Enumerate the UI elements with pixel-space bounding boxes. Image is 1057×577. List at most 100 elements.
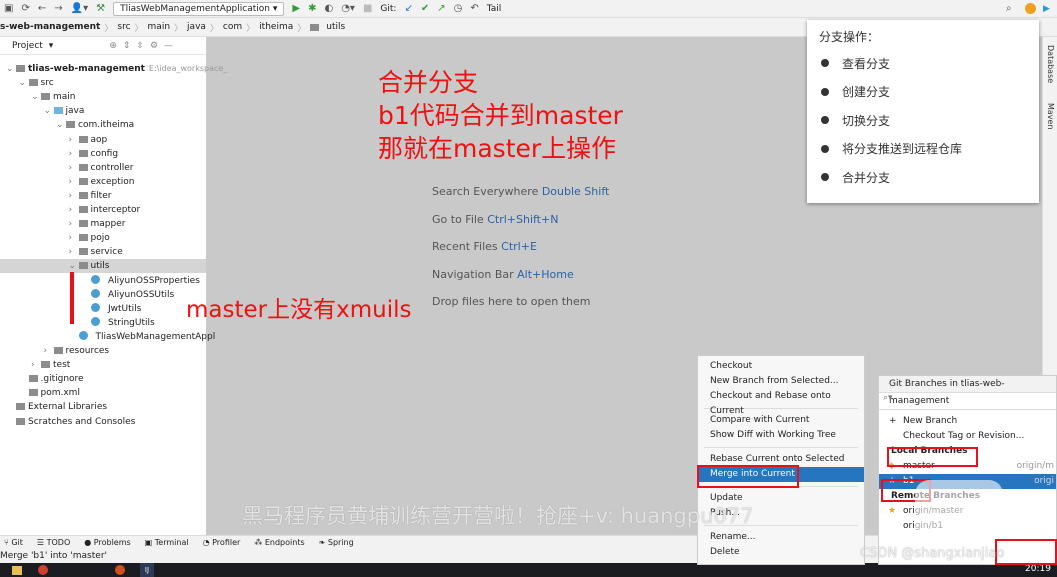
breadcrumb-main[interactable]: main [148, 22, 171, 32]
menu-show-diff[interactable]: Show Diff with Working Tree [698, 428, 864, 443]
chevron-right-icon[interactable]: › [69, 147, 79, 161]
sync-icon[interactable]: ⟳ [21, 3, 29, 14]
tree-item[interactable]: StringUtils [0, 316, 206, 330]
save-icon[interactable]: ▣ [4, 3, 13, 14]
breadcrumb-itheima[interactable]: itheima [259, 22, 293, 32]
debug-icon[interactable]: ✱ [308, 3, 316, 14]
plugin-icon[interactable]: ▶ [1043, 4, 1050, 14]
run-config-label: TliasWebManagementApplication [120, 3, 270, 14]
chevron-down-icon[interactable]: ⌄ [19, 76, 29, 90]
rollback-icon[interactable]: ↶ [470, 3, 478, 14]
tree-item[interactable]: ⌄ java [0, 104, 206, 118]
checkout-tag-item[interactable]: Checkout Tag or Revision... [879, 429, 1056, 444]
powerpoint-icon[interactable] [115, 565, 125, 575]
chevron-down-icon[interactable]: ⌄ [56, 118, 66, 132]
git-tab[interactable]: ⑂ Git [4, 538, 23, 547]
git-commit-icon[interactable]: ✔ [421, 3, 429, 14]
chevron-right-icon[interactable]: › [44, 344, 54, 358]
tree-item[interactable]: TliasWebManagementAppl [0, 330, 215, 344]
coverage-icon[interactable]: ◐ [324, 3, 333, 14]
breadcrumb-java[interactable]: java [187, 22, 206, 32]
history-icon[interactable]: ◷ [454, 3, 463, 14]
project-view-select[interactable]: Project [12, 41, 43, 51]
git-update-icon[interactable]: ↙ [404, 3, 412, 14]
breadcrumb-utils[interactable]: utils [326, 22, 345, 32]
endpoints-tab[interactable]: ⁂ Endpoints [254, 538, 304, 547]
chevron-right-icon[interactable]: › [69, 245, 79, 259]
tree-item[interactable]: JwtUtils [0, 302, 206, 316]
menu-delete[interactable]: Delete [698, 545, 864, 560]
intellij-icon[interactable]: IJ [140, 563, 154, 577]
tree-item[interactable]: ⌄ src [0, 76, 206, 90]
menu-new-branch-from-selected[interactable]: New Branch from Selected... [698, 374, 864, 389]
tree-item[interactable]: AliyunOSSProperties [0, 274, 206, 288]
run-config-select[interactable]: TliasWebManagementApplication ▾ [113, 1, 285, 16]
back-icon[interactable]: ← [38, 3, 46, 14]
chevron-right-icon[interactable]: › [69, 175, 79, 189]
build-icon[interactable]: ⚒ [96, 3, 105, 14]
tree-item[interactable]: › resources [0, 344, 206, 358]
chevron-down-icon[interactable]: ⌄ [6, 62, 16, 76]
tree-item[interactable]: › config [0, 147, 206, 161]
chrome-icon[interactable] [38, 565, 48, 575]
chevron-right-icon[interactable]: › [69, 133, 79, 147]
chevron-right-icon[interactable]: › [31, 358, 41, 372]
explorer-icon[interactable] [12, 566, 22, 575]
database-tab[interactable]: Database [1046, 45, 1055, 83]
tree-item[interactable]: pom.xml [0, 386, 206, 400]
menu-compare[interactable]: Compare with Current [698, 413, 864, 428]
terminal-tab[interactable]: ▣ Terminal [145, 538, 189, 547]
run-icon[interactable]: ▶ [292, 3, 300, 14]
tree-item[interactable]: External Libraries [0, 400, 206, 414]
search-icon[interactable]: ⌕ [1006, 3, 1012, 14]
problems-tab[interactable]: ● Problems [84, 538, 130, 547]
class-icon [91, 274, 100, 284]
locate-icon[interactable]: ⊕ [109, 41, 117, 51]
breadcrumb-com[interactable]: com [223, 22, 242, 32]
profiler-tab[interactable]: ◔ Profiler [203, 538, 241, 547]
tree-item[interactable]: ⌄ tlias-web-management E:\idea_workspace_ [0, 62, 227, 76]
forward-icon[interactable]: → [54, 3, 62, 14]
chevron-right-icon[interactable]: › [69, 231, 79, 245]
tail-button[interactable]: Tail [487, 4, 502, 14]
tree-item[interactable]: Scratches and Consoles [0, 415, 206, 429]
git-push-icon[interactable]: ↗ [437, 3, 445, 14]
tree-item[interactable]: › exception [0, 175, 206, 189]
menu-rename[interactable]: Rename... [698, 530, 864, 545]
breadcrumb-project[interactable]: s-web-management [0, 22, 100, 32]
update-icon[interactable] [1025, 3, 1036, 14]
menu-checkout-rebase[interactable]: Checkout and Rebase onto Current [698, 389, 864, 416]
collapse-all-icon[interactable]: ⇳ [136, 41, 144, 51]
new-branch-item[interactable]: + New Branch [879, 414, 1056, 429]
chevron-down-icon[interactable]: ⌄ [44, 104, 54, 118]
chevron-right-icon[interactable]: › [69, 203, 79, 217]
maven-tab[interactable]: Maven [1046, 103, 1055, 130]
tree-item[interactable]: › pojo [0, 231, 206, 245]
tree-item[interactable]: › filter [0, 189, 206, 203]
user-icon[interactable]: 👤▾ [71, 3, 88, 14]
tree-item[interactable]: ⌄ main [0, 90, 206, 104]
tree-item[interactable]: .gitignore [0, 372, 206, 386]
menu-checkout[interactable]: Checkout [698, 359, 864, 374]
chevron-right-icon[interactable]: › [69, 161, 79, 175]
breadcrumb-src[interactable]: src [117, 22, 130, 32]
tree-item[interactable]: › mapper [0, 217, 206, 231]
tree-item[interactable]: › test [0, 358, 206, 372]
tree-item[interactable]: › controller [0, 161, 206, 175]
chevron-down-icon[interactable]: ⌄ [31, 90, 41, 104]
chevron-right-icon[interactable]: › [69, 189, 79, 203]
stop-icon[interactable]: ■ [363, 3, 372, 14]
todo-tab[interactable]: ☰ TODO [37, 538, 70, 547]
hide-icon[interactable]: — [164, 41, 173, 51]
tree-item[interactable]: › interceptor [0, 203, 206, 217]
tree-item[interactable]: › service [0, 245, 206, 259]
tree-item[interactable]: ⌄ com.itheima [0, 118, 206, 132]
tree-item[interactable]: AliyunOSSUtils [0, 288, 206, 302]
settings-icon[interactable]: ⚙ [150, 41, 158, 51]
expand-all-icon[interactable]: ⇕ [123, 41, 131, 51]
tree-item[interactable]: › aop [0, 133, 206, 147]
tree-item[interactable]: ⌄ utils [0, 259, 206, 274]
spring-tab[interactable]: ❧ Spring [319, 538, 354, 547]
profile-icon[interactable]: ◔▾ [341, 3, 355, 14]
chevron-right-icon[interactable]: › [69, 217, 79, 231]
